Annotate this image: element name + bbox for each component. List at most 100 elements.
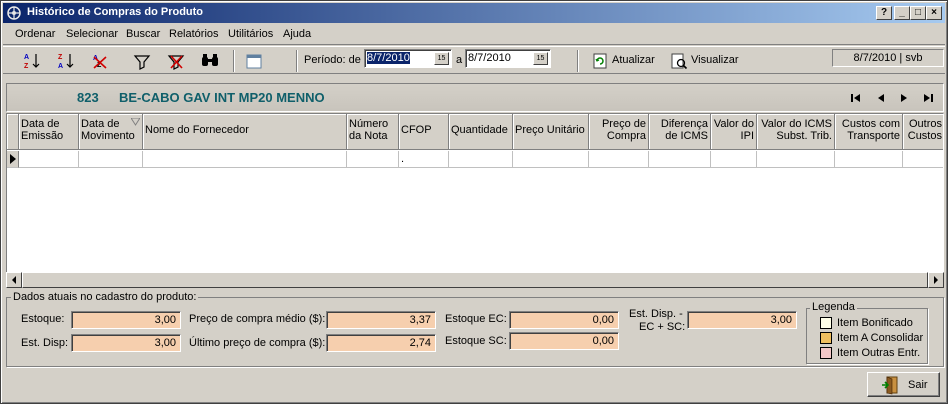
column-header[interactable]: Preço Unitário <box>513 114 589 150</box>
table-cell[interactable] <box>649 151 711 168</box>
estoque-ec-label: Estoque EC: <box>445 313 507 325</box>
scroll-left-icon[interactable] <box>6 272 22 288</box>
sort-descending-icon[interactable]: ZA <box>57 51 75 71</box>
menu-ajuda[interactable]: Ajuda <box>283 28 311 40</box>
menu-buscar[interactable]: Buscar <box>126 28 160 40</box>
menu-ordenar[interactable]: Ordenar <box>15 28 55 40</box>
menu-relatorios[interactable]: Relatórios <box>169 28 219 40</box>
table-cell[interactable] <box>143 151 347 168</box>
sort-ascending-icon[interactable]: AZ <box>23 51 41 71</box>
table-cell[interactable] <box>449 151 513 168</box>
legend-item-label: Item Bonificado <box>837 317 913 329</box>
est-disp-ecsc-label-line1: Est. Disp. - <box>629 308 683 320</box>
est-disp-ecsc-label-line2: EC + SC: <box>639 321 686 333</box>
first-record-icon[interactable] <box>849 92 863 104</box>
calendar-icon[interactable]: 15 <box>533 52 548 65</box>
column-header[interactable]: Nome do Fornecedor <box>143 114 347 150</box>
table-cell[interactable] <box>19 151 79 168</box>
estoque-sc-label: Estoque SC: <box>445 335 507 347</box>
row-indicator-header <box>7 114 19 150</box>
preco-medio-label: Preço de compra médio ($): <box>189 313 326 325</box>
date-to-input[interactable]: 8/7/2010 15 <box>465 49 551 68</box>
product-code: 823 <box>77 90 99 105</box>
column-header[interactable]: Diferença de ICMS <box>649 114 711 150</box>
table-cell[interactable] <box>757 151 835 168</box>
purchase-history-grid[interactable]: Data de Emissão Data de Movimento Nome d… <box>6 113 944 287</box>
find-binoculars-icon[interactable] <box>200 51 220 71</box>
table-cell[interactable] <box>513 151 589 168</box>
help-button[interactable]: ? <box>876 6 892 20</box>
estoque-sc-value: 0,00 <box>509 332 619 350</box>
table-cell[interactable] <box>589 151 649 168</box>
view-label: Visualizar <box>691 54 739 66</box>
table-cell[interactable] <box>711 151 757 168</box>
preco-medio-value: 3,37 <box>326 311 436 329</box>
close-button[interactable]: × <box>926 6 942 20</box>
column-header[interactable]: Quantidade <box>449 114 513 150</box>
menu-bar: Ordenar Selecionar Buscar Relatórios Uti… <box>3 25 945 67</box>
legend-item-label: Item Outras Entr. <box>837 347 921 359</box>
details-group-title: Dados atuais no cadastro do produto: <box>11 291 199 303</box>
legend-swatch-outras <box>820 347 832 359</box>
period-label: Período: de <box>304 54 361 66</box>
filter-icon[interactable] <box>133 51 151 71</box>
window-layout-icon[interactable] <box>245 51 263 71</box>
sort-indicator-icon <box>130 117 141 129</box>
menu-utilitarios[interactable]: Utilitários <box>228 28 273 40</box>
svg-text:A: A <box>58 63 63 70</box>
exit-door-icon <box>882 376 898 395</box>
maximize-button[interactable]: □ <box>910 6 926 20</box>
table-cell[interactable] <box>347 151 399 168</box>
clear-filter-icon[interactable] <box>167 51 185 71</box>
title-bar: Histórico de Compras do Produto ? _ □ × <box>3 3 945 23</box>
scroll-thumb[interactable] <box>22 272 928 288</box>
svg-text:Z: Z <box>58 54 63 61</box>
column-header[interactable]: Número da Nota <box>347 114 399 150</box>
horizontal-scrollbar[interactable] <box>6 272 944 288</box>
next-record-icon[interactable] <box>897 92 911 104</box>
previous-record-icon[interactable] <box>874 92 888 104</box>
refresh-label: Atualizar <box>612 54 655 66</box>
ultimo-preco-label: Último preço de compra ($): <box>189 337 326 349</box>
main-window: Histórico de Compras do Produto ? _ □ × … <box>0 0 948 404</box>
table-cell[interactable] <box>903 151 943 168</box>
ultimo-preco-value: 2,74 <box>326 334 436 352</box>
legend-swatch-consolidar <box>820 332 832 344</box>
date-from-value: 8/7/2010 <box>367 52 410 64</box>
svg-text:Z: Z <box>24 63 29 70</box>
column-header[interactable]: Preço de Compra <box>589 114 649 150</box>
estoque-label: Estoque: <box>21 313 65 325</box>
legend-swatch-bonificado <box>820 317 832 329</box>
current-row-indicator-icon <box>7 151 19 168</box>
window-title: Histórico de Compras do Produto <box>27 6 204 18</box>
period-to-label: a <box>456 54 463 66</box>
menu-selecionar[interactable]: Selecionar <box>66 28 118 40</box>
date-from-input[interactable]: 8/7/2010 15 <box>364 49 452 68</box>
minimize-button[interactable]: _ <box>894 6 910 20</box>
svg-text:A: A <box>24 54 29 61</box>
estoque-value: 3,00 <box>71 311 181 329</box>
calendar-icon[interactable]: 15 <box>434 52 449 65</box>
column-header[interactable]: Outros Custos <box>903 114 943 150</box>
column-header[interactable]: CFOP <box>399 114 449 150</box>
est-disp-ecsc-value: 3,00 <box>687 311 797 329</box>
clear-sort-icon[interactable]: AZ <box>91 51 109 71</box>
exit-button[interactable]: Sair <box>867 372 940 397</box>
estoque-ec-value: 0,00 <box>509 311 619 329</box>
legend-item-label: Item A Consolidar <box>837 332 924 344</box>
table-cell-cfop[interactable]: . <box>399 151 449 168</box>
date-to-value: 8/7/2010 <box>468 52 511 64</box>
exit-label: Sair <box>908 379 928 391</box>
column-header[interactable]: Valor do IPI <box>711 114 757 150</box>
table-cell[interactable] <box>835 151 903 168</box>
scroll-right-icon[interactable] <box>928 272 944 288</box>
column-header[interactable]: Custos com Transporte <box>835 114 903 150</box>
est-disp-label: Est. Disp: <box>21 337 69 349</box>
column-header[interactable]: Valor do ICMS Subst. Trib. <box>757 114 835 150</box>
column-header[interactable]: Data de Emissão <box>19 114 79 150</box>
table-cell[interactable] <box>79 151 143 168</box>
est-disp-value: 3,00 <box>71 334 181 352</box>
last-record-icon[interactable] <box>921 92 935 104</box>
product-header: 823 BE-CABO GAV INT MP20 MENNO <box>6 83 944 112</box>
product-details-group <box>6 297 944 367</box>
